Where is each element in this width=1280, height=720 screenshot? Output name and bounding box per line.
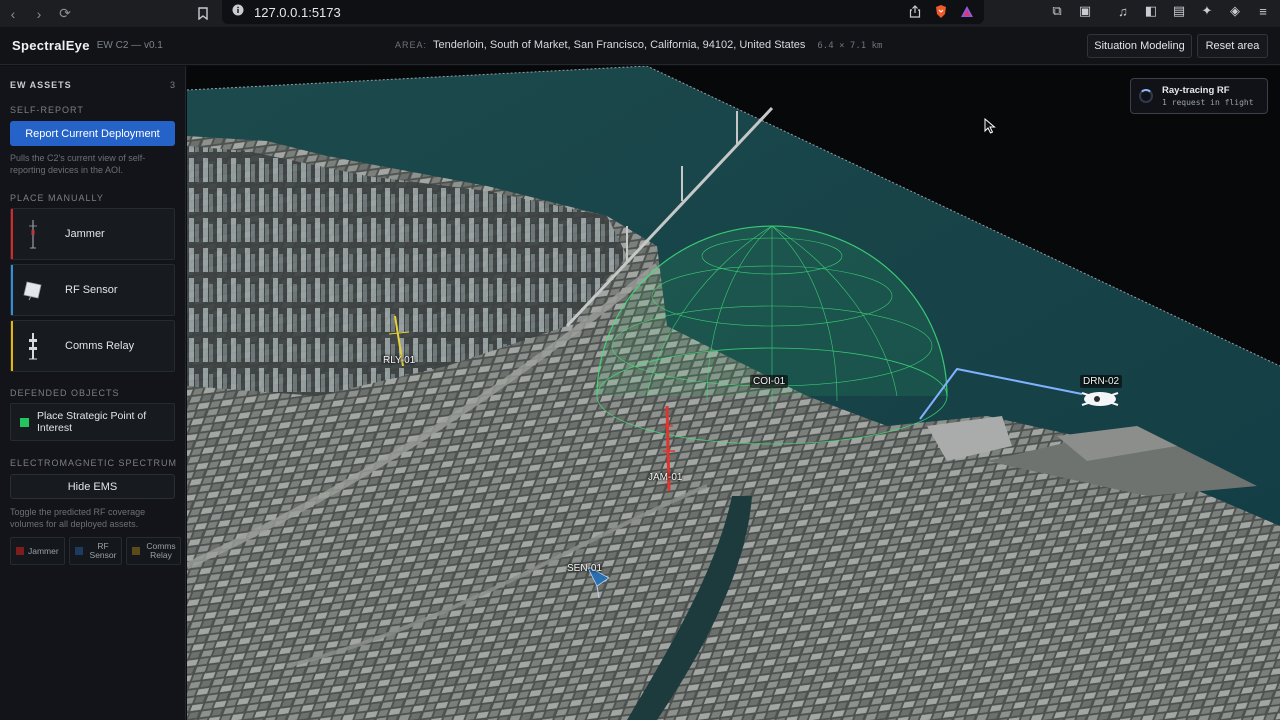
url-text: 127.0.0.1:5173 — [254, 4, 341, 20]
legend-comms-relay-toggle[interactable]: Comms Relay — [126, 537, 181, 565]
app-brand: SpectralEye — [12, 38, 90, 53]
status-title: Ray-tracing RF — [1162, 85, 1230, 96]
place-poi-button[interactable]: Place Strategic Point of Interest — [10, 403, 175, 441]
rf-sensor-color-bar — [11, 265, 13, 315]
map-label-drn[interactable]: DRN-02 — [1080, 375, 1123, 388]
legend-jammer-toggle[interactable]: Jammer — [10, 537, 65, 565]
music-icon[interactable]: ♫ — [1114, 2, 1132, 20]
area-indicator: AREA: Tenderloin, South of Market, San F… — [395, 39, 882, 51]
defended-objects-heading: DEFENDED OBJECTS — [10, 388, 120, 398]
site-info-icon[interactable] — [232, 3, 244, 21]
situation-modeling-button[interactable]: Situation Modeling — [1087, 34, 1192, 58]
map-label-coi[interactable]: COI-01 — [750, 375, 789, 388]
rf-sensor-label: RF Sensor — [65, 284, 118, 296]
app-header: SpectralEye EW C2 — v0.1 AREA: Tenderloi… — [0, 27, 1280, 65]
report-deployment-button[interactable]: Report Current Deployment — [10, 121, 175, 146]
asset-count: 3 — [169, 80, 175, 90]
area-label: AREA: — [395, 40, 428, 50]
ew-assets-sidebar: EW ASSETS 3 SELF-REPORT Report Current D… — [0, 66, 186, 720]
raytracing-status-panel: Ray-tracing RF 1 request in flight — [1130, 78, 1268, 114]
sidebar-title: EW ASSETS — [10, 80, 72, 90]
back-icon[interactable]: ‹ — [0, 3, 26, 25]
legend-jammer-swatch — [16, 547, 24, 555]
legend-comms-relay-label: Comms Relay — [146, 541, 176, 560]
ems-heading: ELECTROMAGNETIC SPECTRUM — [10, 458, 178, 468]
vpn-icon[interactable]: ◈ — [1226, 2, 1244, 20]
map-label-sen[interactable]: SEN-01 — [567, 563, 602, 574]
place-comms-relay-card[interactable]: Comms Relay — [10, 320, 175, 372]
map-3d-viewport[interactable]: RLY-01 COI-01 DRN-02 JAM-01 SEN-01 Ray-t… — [187, 66, 1280, 720]
place-jammer-card[interactable]: Jammer — [10, 208, 175, 260]
reset-area-button[interactable]: Reset area — [1197, 34, 1268, 58]
hide-ems-button[interactable]: Hide EMS — [10, 474, 175, 499]
app-version: EW C2 — v0.1 — [96, 40, 163, 51]
reload-icon[interactable]: ⟳ — [52, 3, 78, 25]
legend-comms-relay-swatch — [132, 547, 140, 555]
rf-sensor-panel-icon — [11, 265, 55, 315]
ems-help-text: Toggle the predicted RF coverage volumes… — [10, 507, 146, 529]
mouse-cursor-icon — [984, 118, 996, 134]
jammer-tower-icon — [11, 209, 55, 259]
leo-ai-icon[interactable]: ✦ — [1198, 2, 1216, 20]
area-value: Tenderloin, South of Market, San Francis… — [433, 39, 806, 51]
sidebar-toggle-icon[interactable]: ◧ — [1142, 2, 1160, 20]
jammer-label: Jammer — [65, 228, 105, 240]
browser-toolbar: ‹ › ⟳ 127.0.0.1:5173 ⧉ ▣ ♫ ◧ ▤ ✦ ◈ ≡ — [0, 0, 1280, 27]
status-subtitle: 1 request in flight — [1162, 98, 1254, 107]
menu-icon[interactable]: ≡ — [1254, 2, 1272, 20]
brave-shield-icon[interactable] — [932, 2, 950, 20]
comms-relay-label: Comms Relay — [65, 340, 135, 352]
jammer-color-bar — [11, 209, 13, 259]
extensions-icon[interactable]: ⧉ — [1048, 2, 1066, 20]
legend-jammer-label: Jammer — [28, 545, 59, 556]
loading-spinner-icon — [1139, 89, 1153, 103]
share-icon[interactable] — [906, 2, 924, 20]
area-size: 6.4 × 7.1 km — [817, 41, 883, 51]
bookmark-icon[interactable] — [190, 3, 216, 25]
legend-rf-sensor-label: RF Sensor — [89, 541, 117, 560]
comms-relay-mast-icon — [11, 321, 55, 371]
poi-label: Place Strategic Point of Interest — [37, 410, 147, 434]
comms-relay-color-bar — [11, 321, 13, 371]
place-manually-heading: PLACE MANUALLY — [10, 193, 104, 203]
legend-rf-sensor-toggle[interactable]: RF Sensor — [69, 537, 122, 565]
report-help-text: Pulls the C2's current view of self-repo… — [10, 153, 146, 175]
map-label-rly[interactable]: RLY-01 — [383, 355, 415, 366]
self-report-heading: SELF-REPORT — [10, 105, 84, 115]
address-bar[interactable]: 127.0.0.1:5173 — [222, 0, 984, 24]
drone-asset-marker[interactable] — [1081, 392, 1119, 406]
poi-square-icon — [20, 417, 29, 427]
brave-rewards-icon[interactable] — [958, 2, 976, 20]
screenshot-icon[interactable]: ▣ — [1076, 2, 1094, 20]
map-label-jam[interactable]: JAM-01 — [648, 472, 682, 483]
wallet-icon[interactable]: ▤ — [1170, 2, 1188, 20]
city-scene — [187, 66, 1280, 720]
legend-rf-sensor-swatch — [75, 547, 83, 555]
place-rf-sensor-card[interactable]: RF Sensor — [10, 264, 175, 316]
forward-icon[interactable]: › — [26, 3, 52, 25]
